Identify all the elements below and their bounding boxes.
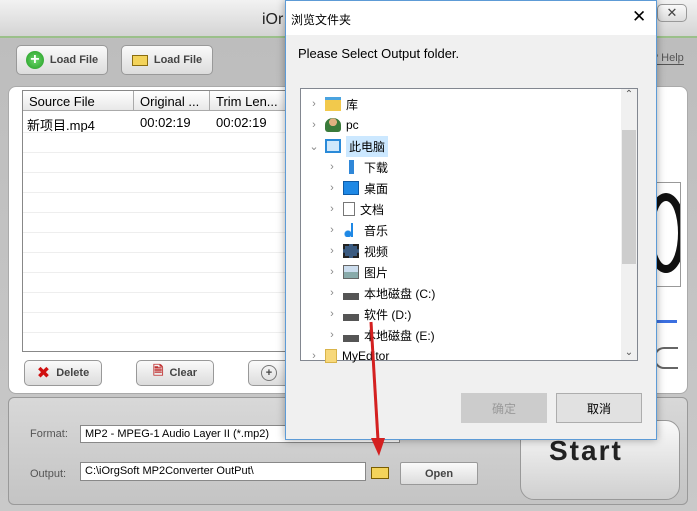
scrollbar-thumb[interactable]	[622, 130, 636, 264]
tree-item-label: pc	[346, 118, 359, 132]
chevron-right-icon[interactable]: ›	[325, 203, 339, 215]
tree-item[interactable]: ⌄ 此电脑	[307, 135, 389, 157]
load-folder-label: Load File	[153, 54, 203, 66]
file-table[interactable]: Source File Original ... Trim Len... 新项目…	[22, 90, 322, 352]
tree-item[interactable]: › 本地磁盘 (C:)	[325, 283, 435, 303]
chevron-right-icon[interactable]: ›	[325, 245, 339, 257]
clear-icon: 🗎	[153, 363, 164, 378]
browse-folder-icon[interactable]	[371, 467, 389, 479]
drive-icon	[343, 286, 359, 300]
tree-item-label: 视频	[364, 244, 389, 259]
chevron-right-icon[interactable]: ›	[325, 329, 339, 341]
delete-label: Delete	[56, 367, 90, 379]
chevron-right-icon[interactable]: ›	[325, 161, 339, 173]
chevron-right-icon[interactable]: ›	[325, 308, 339, 320]
chevron-right-icon[interactable]: ›	[325, 182, 339, 194]
music-icon	[343, 223, 359, 237]
folder-tree[interactable]: › 库 › pc ⌄ 此电脑 › 下载 › 桌面 › 文档 › 音乐 › 视频 › 图片 › 本地磁盘 (C:) › 软件…	[300, 88, 638, 363]
chevron-right-icon[interactable]: ›	[325, 266, 339, 278]
output-path-input[interactable]: C:\iOrgSoft MP2Converter OutPut\	[80, 462, 366, 481]
tree-item[interactable]: › 库	[307, 94, 358, 114]
preview-image	[655, 182, 681, 287]
load-file-button[interactable]: + Load File	[16, 45, 108, 75]
chevron-right-icon[interactable]: ›	[307, 119, 321, 131]
computer-icon	[325, 139, 341, 153]
drive-icon	[343, 307, 359, 321]
dialog-close-button[interactable]: ✕	[632, 7, 646, 27]
clear-label: Clear	[169, 367, 197, 379]
dialog-prompt: Please Select Output folder.	[298, 46, 460, 61]
clear-button[interactable]: 🗎 Clear	[136, 360, 214, 386]
open-button[interactable]: Open	[400, 462, 478, 485]
tree-item-label: 下载	[364, 160, 389, 175]
tree-item-label: MyEditor	[342, 349, 390, 363]
tree-scrollbar[interactable]: ⌃ ⌄	[621, 89, 637, 360]
app-close-button[interactable]: ✕	[657, 4, 687, 22]
download-icon	[343, 160, 359, 174]
tree-item[interactable]: › 桌面	[325, 178, 388, 198]
folder-icon	[325, 349, 337, 363]
folder-icon	[131, 54, 148, 66]
tree-item[interactable]: › 本地磁盘 (E:)	[325, 325, 435, 345]
video-icon	[343, 244, 359, 258]
desktop-icon	[343, 181, 359, 195]
app-title: iOr	[262, 11, 284, 28]
browse-folder-dialog: 浏览文件夹 ✕ Please Select Output folder. › 库 ›…	[285, 0, 657, 440]
chevron-down-icon[interactable]: ⌄	[307, 140, 321, 153]
column-header-original[interactable]: Original ...	[134, 91, 210, 111]
chevron-right-icon[interactable]: ›	[307, 350, 321, 362]
tree-item-label: 本地磁盘 (E:)	[364, 328, 435, 343]
add-icon: +	[261, 365, 277, 381]
cancel-button[interactable]: 取消	[556, 393, 642, 423]
tree-item[interactable]: › MyEditor	[307, 346, 389, 366]
tree-item-label: 音乐	[364, 223, 389, 238]
format-label: Format:	[30, 428, 68, 440]
tree-item[interactable]: › 图片	[325, 262, 388, 282]
scroll-down-icon[interactable]: ⌄	[621, 347, 637, 358]
load-folder-button[interactable]: Load File	[121, 45, 213, 75]
delete-button[interactable]: ✖ Delete	[24, 360, 102, 386]
tree-item-label: 库	[346, 97, 359, 112]
dialog-title: 浏览文件夹	[291, 13, 352, 27]
column-header-source[interactable]: Source File	[23, 91, 134, 111]
picture-icon	[343, 265, 359, 279]
tree-item[interactable]: › 软件 (D:)	[325, 304, 411, 324]
tree-item-label: 本地磁盘 (C:)	[364, 286, 436, 301]
load-file-label: Load File	[49, 54, 99, 66]
output-label: Output:	[30, 468, 67, 480]
tree-item[interactable]: › 视频	[325, 241, 388, 261]
delete-icon: ✖	[36, 365, 51, 382]
plus-icon: +	[25, 51, 44, 69]
chevron-right-icon[interactable]: ›	[325, 287, 339, 299]
chevron-right-icon[interactable]: ›	[307, 98, 321, 110]
library-icon	[325, 97, 341, 111]
tree-item[interactable]: › 文档	[325, 199, 384, 219]
cell-trim[interactable]: 00:02:19	[212, 112, 271, 132]
ok-button[interactable]: 确定	[461, 393, 547, 423]
tree-item[interactable]: › 音乐	[325, 220, 388, 240]
drive-icon	[343, 328, 359, 342]
chevron-right-icon[interactable]: ›	[325, 224, 339, 236]
tree-item-label: 此电脑	[346, 135, 389, 157]
user-icon	[325, 118, 341, 132]
cell-original[interactable]: 00:02:19	[136, 112, 195, 132]
tree-item[interactable]: › pc	[307, 115, 359, 135]
cell-source[interactable]: 新项目.mp4	[23, 112, 99, 133]
document-icon	[343, 202, 355, 216]
tree-item-label: 图片	[364, 265, 389, 280]
volume-slider[interactable]	[657, 320, 677, 323]
tree-item-label: 桌面	[364, 181, 389, 196]
player-button[interactable]	[654, 347, 678, 369]
column-header-trim[interactable]: Trim Len...	[210, 91, 286, 111]
tree-item[interactable]: › 下载	[325, 157, 388, 177]
tree-item-label: 软件 (D:)	[364, 307, 412, 322]
tree-item-label: 文档	[360, 202, 385, 217]
scroll-up-icon[interactable]: ⌃	[621, 89, 637, 100]
